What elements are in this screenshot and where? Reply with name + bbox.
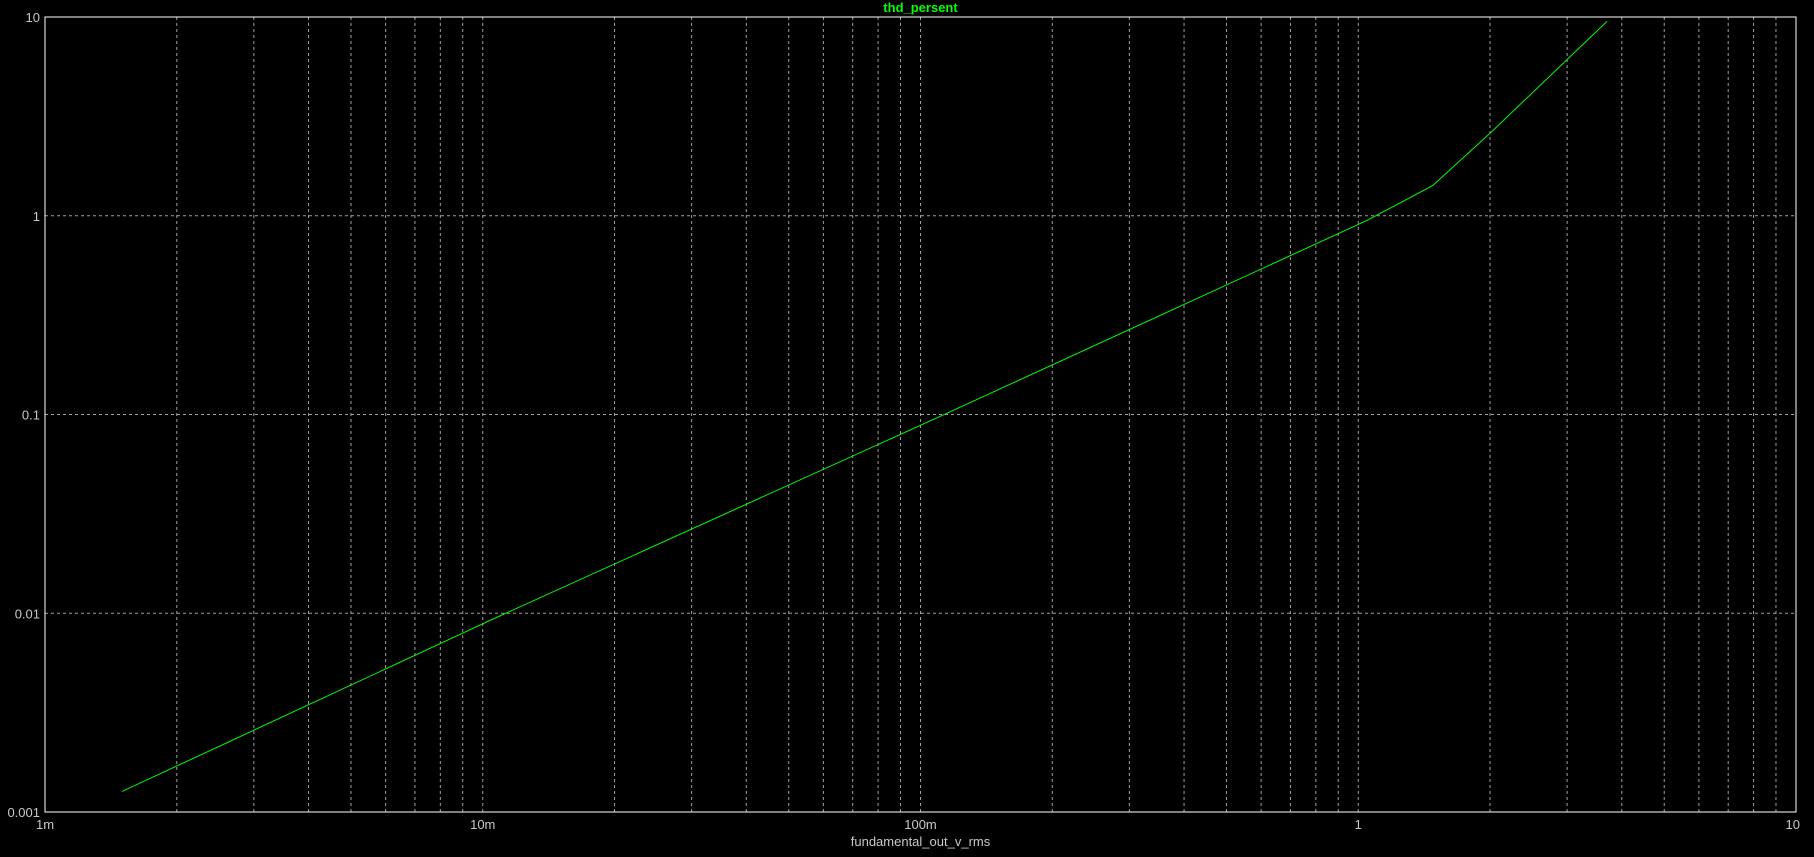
x-tick-label: 10 xyxy=(1786,817,1800,832)
x-tick-label: 10m xyxy=(470,817,495,832)
plot-background xyxy=(0,0,1814,857)
y-tick-label: 10 xyxy=(26,10,40,25)
x-axis-title: fundamental_out_v_rms xyxy=(851,834,991,849)
x-tick-label: 1 xyxy=(1355,817,1362,832)
y-tick-label: 0.001 xyxy=(7,805,40,820)
y-tick-label: 0.01 xyxy=(15,606,40,621)
y-tick-label: 1 xyxy=(33,209,40,224)
x-tick-label: 100m xyxy=(904,817,937,832)
series-title[interactable]: thd_persent xyxy=(883,0,958,15)
y-tick-label: 0.1 xyxy=(22,408,40,423)
plot-area: 1m 10m 100m 1 100.0010.010.1110 thd_persent … xyxy=(0,0,1814,857)
